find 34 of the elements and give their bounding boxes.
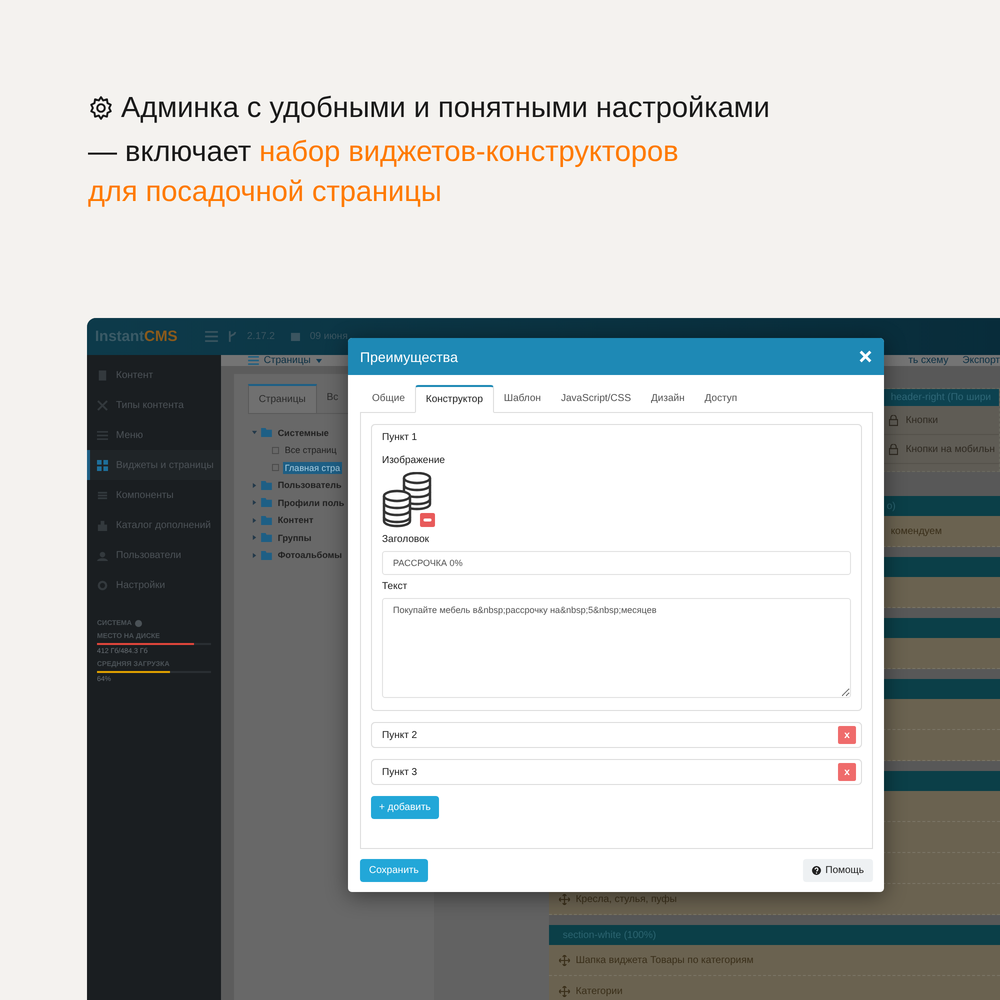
- tree-item[interactable]: Профили поль: [276, 496, 346, 509]
- headline: Админка с удобными и понятными настройками — включает набор виджетов-конструкторов для посадочной страницы: [87, 91, 771, 210]
- modal-title: Преимущества: [360, 348, 458, 364]
- field-label: Текст: [382, 581, 408, 592]
- panel-tab[interactable]: Страницы: [248, 384, 317, 413]
- panel-tab[interactable]: Вс: [316, 384, 348, 413]
- tab[interactable]: Шаблон: [494, 385, 551, 412]
- toolbar-link[interactable]: ть схему: [908, 355, 948, 366]
- tree-item[interactable]: Контент: [276, 514, 316, 526]
- text-field[interactable]: Покупайте мебель в&nbsp;рассрочку на&nbsp;5&nbsp;месяцев: [382, 598, 851, 698]
- tree-item[interactable]: Главная стра: [282, 462, 342, 474]
- title-field[interactable]: РАССРОЧКА 0%: [382, 551, 851, 575]
- pages-menu[interactable]: Страницы: [248, 355, 322, 366]
- tab[interactable]: Доступ: [694, 385, 748, 412]
- remove-button[interactable]: x: [838, 726, 856, 744]
- tab[interactable]: Общие: [362, 385, 415, 412]
- tab[interactable]: JavaScript/CSS: [550, 385, 641, 412]
- item-title[interactable]: Пункт 3: [382, 766, 418, 778]
- tree-item[interactable]: Пользователь: [276, 479, 344, 492]
- save-button[interactable]: Сохранить: [360, 859, 428, 882]
- item-title[interactable]: Пункт 1: [382, 432, 418, 442]
- tab[interactable]: Дизайн: [641, 385, 695, 412]
- tree-item[interactable]: Группы: [276, 532, 314, 544]
- field-label: Изображение: [382, 455, 445, 466]
- item-title[interactable]: Пункт 2: [382, 730, 418, 740]
- toolbar-link[interactable]: Экспорт: [962, 355, 1000, 366]
- tab[interactable]: Конструктор: [414, 385, 494, 413]
- field-label: Заголовок: [382, 534, 430, 545]
- remove-button[interactable]: x: [838, 763, 856, 781]
- help-button[interactable]: Помощь: [803, 859, 873, 882]
- add-button[interactable]: + добавить: [371, 796, 439, 819]
- tree-item[interactable]: Системные: [276, 426, 331, 439]
- tree-item[interactable]: Все страниц: [282, 444, 338, 456]
- tree-item[interactable]: Фотоальбомы: [276, 549, 344, 562]
